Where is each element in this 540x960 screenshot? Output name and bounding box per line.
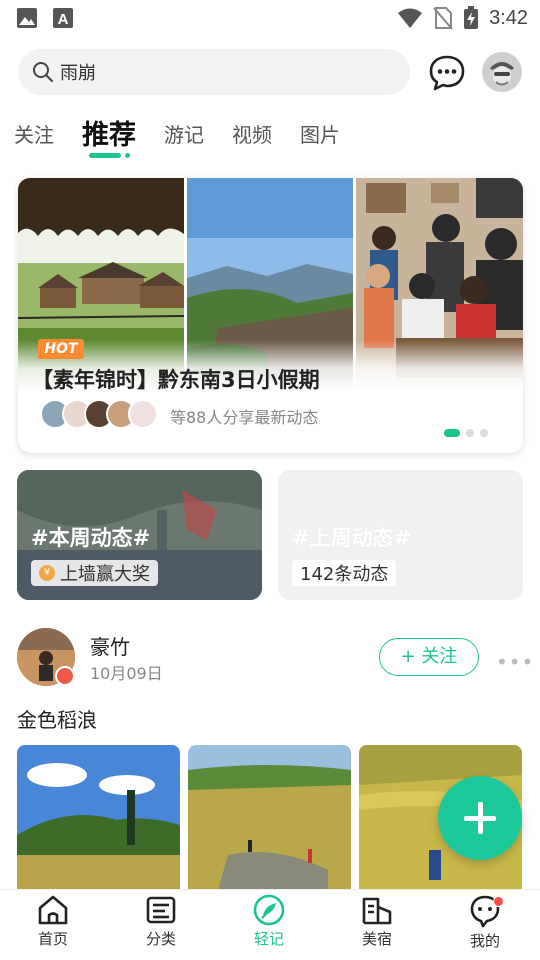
nav-label: 我的 — [469, 932, 500, 950]
gallery-notification-icon — [17, 8, 37, 28]
author-level-badge — [55, 666, 75, 686]
category-icon — [146, 896, 176, 924]
nav-category[interactable]: 分类 — [121, 894, 201, 949]
tab-pictures[interactable]: 图片 — [300, 119, 340, 162]
nav-hotel[interactable]: 美宿 — [337, 894, 417, 949]
nav-profile[interactable]: 我的 — [445, 894, 525, 951]
carousel-indicator — [444, 429, 488, 437]
this-week-pill: ¥ 上墙赢大奖 — [31, 560, 158, 586]
tab-recommend[interactable]: 推荐 — [82, 113, 136, 162]
post-image[interactable] — [188, 745, 351, 890]
feather-icon — [253, 894, 285, 926]
tab-follow[interactable]: 关注 — [14, 119, 54, 162]
tab-video[interactable]: 视频 — [232, 119, 272, 162]
status-bar: A 3:42 — [0, 0, 540, 36]
last-week-card[interactable]: #上周动态# 142条动态 — [278, 470, 523, 600]
carousel-dot[interactable] — [480, 429, 488, 437]
follow-button[interactable]: + 关注 — [379, 638, 479, 676]
nav-home[interactable]: 首页 — [13, 894, 93, 949]
last-week-pill: 142条动态 — [292, 560, 397, 586]
search-icon — [33, 62, 53, 82]
avatar — [128, 399, 158, 429]
banner-subtitle: 等88人分享最新动态 — [170, 408, 319, 427]
notification-dot — [493, 896, 504, 907]
wifi-icon — [398, 8, 423, 28]
more-options-icon[interactable]: ••• — [496, 650, 534, 674]
tab-travel-notes[interactable]: 游记 — [164, 119, 204, 162]
nav-label: 轻记 — [253, 930, 284, 948]
post-text: 金色稻浪 — [17, 708, 97, 732]
featured-banner[interactable]: HOT 【素年锦时】黔东南3日小假期 等88人分享最新动态 — [18, 178, 523, 453]
banner-title: 【素年锦时】黔东南3日小假期 — [32, 368, 320, 392]
carousel-dot[interactable] — [444, 429, 460, 437]
this-week-title: #本周动态# — [31, 526, 151, 550]
search-input[interactable] — [60, 49, 390, 95]
last-week-title: #上周动态# — [292, 526, 412, 550]
post-image[interactable] — [17, 745, 180, 890]
carousel-dot[interactable] — [466, 429, 474, 437]
coin-icon: ¥ — [39, 565, 55, 581]
bottom-navigation: 首页 分类 轻记 美宿 我的 — [0, 889, 540, 960]
nav-label: 首页 — [37, 930, 68, 948]
hotel-icon — [362, 897, 392, 925]
user-avatar[interactable] — [482, 52, 522, 92]
participant-avatars — [40, 399, 158, 429]
no-sim-icon — [433, 7, 453, 30]
hot-badge: HOT — [38, 339, 84, 359]
home-icon — [38, 895, 68, 925]
create-post-button[interactable] — [438, 776, 522, 860]
post-author-name[interactable]: 豪竹 — [90, 631, 130, 660]
feed-tabs: 关注 推荐 游记 视频 图片 — [14, 112, 368, 162]
message-icon[interactable] — [428, 54, 466, 92]
post-date: 10月09日 — [90, 664, 163, 683]
active-tab-indicator — [89, 153, 130, 158]
search-bar[interactable] — [18, 49, 410, 95]
this-week-card[interactable]: #本周动态# ¥ 上墙赢大奖 — [17, 470, 262, 600]
nav-quick-notes[interactable]: 轻记 — [229, 894, 309, 949]
clock: 3:42 — [489, 6, 528, 29]
app-notification-icon: A — [53, 8, 73, 28]
battery-icon — [464, 6, 479, 29]
nav-label: 分类 — [145, 930, 176, 948]
svg-text:A: A — [58, 11, 69, 28]
nav-label: 美宿 — [361, 930, 392, 948]
